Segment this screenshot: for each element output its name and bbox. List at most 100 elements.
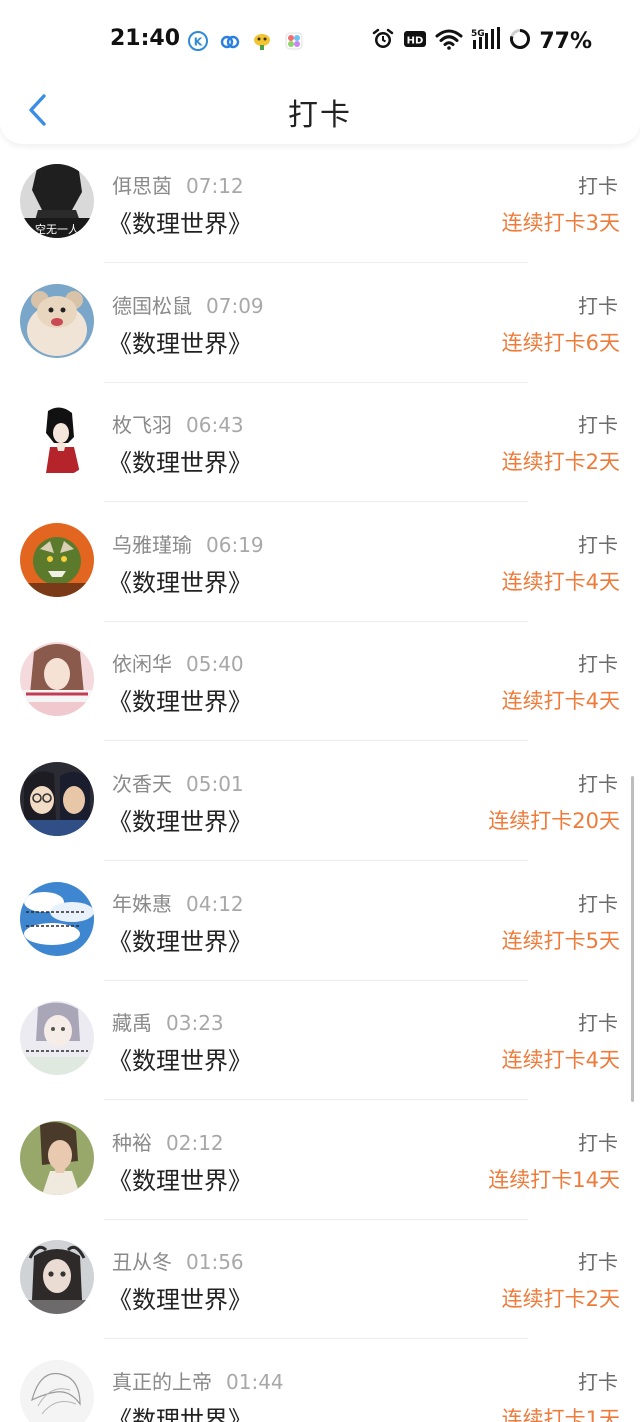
- list-item[interactable]: 空无一人 佴思茵 07:12 《数理世界》 打卡 连续打卡3天: [0, 144, 640, 264]
- streak-label: 连续打卡1天: [501, 1406, 620, 1422]
- 5g-signal-icon: 5G: [471, 27, 501, 55]
- battery-percent: 77%: [539, 28, 592, 54]
- checkin-button[interactable]: 打卡: [578, 1127, 618, 1156]
- status-app-icons: K: [188, 31, 304, 51]
- avatar[interactable]: [20, 881, 94, 956]
- list-item[interactable]: 依闲华 05:40 《数理世界》 打卡 连续打卡4天: [0, 622, 640, 742]
- user-name: 年姝惠: [112, 891, 172, 916]
- name-line: 依闲华 05:40: [112, 648, 244, 677]
- list-item[interactable]: 德国松鼠 07:09 《数理世界》 打卡 连续打卡6天: [0, 264, 640, 384]
- checkin-button[interactable]: 打卡: [578, 409, 618, 438]
- user-name: 次香天: [112, 771, 172, 796]
- book-title: 《数理世界》: [108, 210, 252, 238]
- book-title: 《数理世界》: [108, 329, 252, 358]
- book-title: 《数理世界》: [108, 568, 252, 597]
- list-item[interactable]: 乌雅瑾瑜 06:19 《数理世界》 打卡 连续打卡4天: [0, 503, 640, 623]
- avatar[interactable]: [20, 403, 94, 478]
- checkin-button[interactable]: 打卡: [578, 1007, 618, 1036]
- checkin-time: 05:40: [186, 652, 244, 677]
- checkin-button[interactable]: 打卡: [578, 1366, 618, 1395]
- avatar[interactable]: [20, 283, 94, 358]
- checkin-time: 05:01: [186, 771, 244, 796]
- user-name: 乌雅瑾瑜: [112, 532, 192, 557]
- checkin-button[interactable]: 打卡: [578, 529, 618, 558]
- bird-app-icon: [252, 31, 272, 51]
- avatar[interactable]: [20, 1359, 94, 1422]
- status-system-icons: HD 5G 77%: [371, 27, 592, 55]
- status-time: 21:40: [110, 26, 181, 51]
- book-title: 《数理世界》: [108, 927, 252, 956]
- checkin-button[interactable]: 打卡: [578, 170, 618, 199]
- name-line: 真正的上帝 01:44: [112, 1366, 284, 1395]
- user-name: 丑从冬: [112, 1250, 172, 1275]
- user-name: 佴思茵: [112, 174, 172, 198]
- colorful-app-icon: [284, 31, 304, 51]
- checkin-time: 06:43: [186, 413, 244, 438]
- streak-label: 连续打卡4天: [501, 1048, 620, 1073]
- cloud-app-icon: [220, 31, 240, 51]
- svg-text:K: K: [194, 36, 203, 49]
- user-name: 枚飞羽: [112, 413, 172, 438]
- checkin-button[interactable]: 打卡: [578, 1246, 618, 1275]
- checkin-button[interactable]: 打卡: [578, 888, 618, 917]
- avatar[interactable]: [20, 522, 94, 597]
- checkin-button[interactable]: 打卡: [578, 768, 618, 797]
- checkin-screen: 21:40 K HD 5G 77% 打卡 空无一人 佴思茵 07:12 《数理世…: [0, 0, 640, 1422]
- nav-bar: 打卡: [0, 78, 640, 144]
- streak-label: 连续打卡4天: [501, 689, 620, 714]
- k-app-icon: K: [188, 31, 208, 51]
- user-name: 种裕: [112, 1130, 152, 1155]
- svg-text:5G: 5G: [471, 29, 485, 39]
- checkin-time: 01:56: [186, 1250, 244, 1275]
- user-name: 真正的上帝: [112, 1369, 212, 1394]
- list-item[interactable]: 年姝惠 04:12 《数理世界》 打卡 连续打卡5天: [0, 862, 640, 982]
- streak-label: 连续打卡2天: [501, 450, 620, 475]
- avatar[interactable]: [20, 642, 94, 717]
- page-title: 打卡: [288, 98, 352, 133]
- user-name: 藏禹: [112, 1011, 152, 1036]
- avatar[interactable]: [20, 1240, 94, 1315]
- name-line: 种裕 02:12: [112, 1127, 224, 1156]
- alarm-icon: [371, 27, 395, 55]
- checkin-time: 06:19: [206, 532, 264, 557]
- book-title: 《数理世界》: [108, 1405, 252, 1422]
- status-bar: 21:40 K HD 5G 77%: [0, 0, 640, 80]
- user-name: 依闲华: [112, 652, 172, 677]
- book-title: 《数理世界》: [108, 807, 252, 836]
- checkin-time: 01:44: [226, 1369, 284, 1394]
- checkin-button[interactable]: 打卡: [578, 648, 618, 677]
- checkin-time: 07:12: [186, 174, 244, 198]
- book-title: 《数理世界》: [108, 1286, 252, 1315]
- streak-label: 连续打卡20天: [488, 808, 620, 833]
- checkin-button[interactable]: 打卡: [578, 290, 618, 319]
- svg-text:HD: HD: [407, 36, 424, 47]
- list-item[interactable]: 种裕 02:12 《数理世界》 打卡 连续打卡14天: [0, 1101, 640, 1221]
- user-name: 德国松鼠: [112, 293, 192, 318]
- book-title: 《数理世界》: [108, 1047, 252, 1076]
- streak-label: 连续打卡4天: [501, 569, 620, 594]
- book-title: 《数理世界》: [108, 688, 252, 717]
- name-line: 佴思茵 07:12: [112, 170, 244, 199]
- name-line: 枚飞羽 06:43: [112, 409, 244, 438]
- avatar[interactable]: [20, 1120, 94, 1195]
- list-item[interactable]: 真正的上帝 01:44 《数理世界》 打卡 连续打卡1天: [0, 1340, 640, 1422]
- avatar[interactable]: [20, 1001, 94, 1076]
- avatar[interactable]: 空无一人: [20, 164, 94, 238]
- scrollbar[interactable]: [631, 776, 634, 1102]
- name-line: 乌雅瑾瑜 06:19: [112, 529, 264, 558]
- svg-text:空无一人: 空无一人: [35, 222, 79, 236]
- streak-label: 连续打卡6天: [501, 330, 620, 355]
- list-item[interactable]: 次香天 05:01 《数理世界》 打卡 连续打卡20天: [0, 742, 640, 862]
- name-line: 次香天 05:01: [112, 768, 244, 797]
- avatar[interactable]: [20, 761, 94, 836]
- wifi-icon: [435, 28, 463, 54]
- checkin-list: 空无一人 佴思茵 07:12 《数理世界》 打卡 连续打卡3天 德国松鼠 07:09…: [0, 144, 640, 1422]
- checkin-time: 07:09: [206, 293, 264, 318]
- book-title: 《数理世界》: [108, 449, 252, 478]
- battery-ring-icon: [509, 28, 531, 54]
- list-item[interactable]: 丑从冬 01:56 《数理世界》 打卡 连续打卡2天: [0, 1220, 640, 1340]
- name-line: 丑从冬 01:56: [112, 1246, 244, 1275]
- list-item[interactable]: 枚飞羽 06:43 《数理世界》 打卡 连续打卡2天: [0, 383, 640, 503]
- name-line: 德国松鼠 07:09: [112, 290, 264, 319]
- list-item[interactable]: 藏禹 03:23 《数理世界》 打卡 连续打卡4天: [0, 981, 640, 1101]
